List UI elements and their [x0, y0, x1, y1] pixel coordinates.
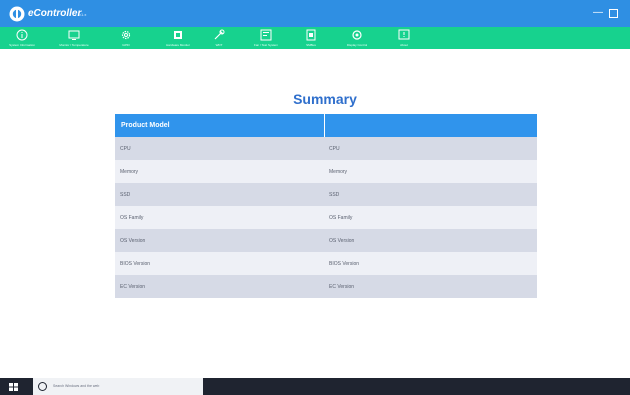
- toolbar-item-wdt[interactable]: WDT: [197, 27, 249, 49]
- toolbar-item-label: Display Control: [346, 43, 368, 47]
- row-value: Memory: [324, 160, 537, 183]
- column-header-value: [324, 114, 537, 137]
- minimize-button[interactable]: —: [591, 4, 605, 21]
- row-value: BIOS Version: [324, 252, 537, 275]
- toolbar-item-label: WDT: [215, 43, 223, 47]
- app-version: v1.x: [79, 12, 87, 17]
- toolbar-item-label: GPIO: [122, 43, 130, 47]
- title-bar: eController v1.x —: [0, 0, 630, 27]
- toolbar-item-label: Fan / Test System: [254, 43, 278, 47]
- column-header-product-model: Product Model: [115, 114, 325, 137]
- toolbar-item-about[interactable]: About: [382, 27, 434, 49]
- monitor-icon: [68, 30, 80, 40]
- row-value: CPU: [324, 137, 537, 160]
- toolbar-item-gpio[interactable]: GPIO: [104, 27, 156, 49]
- toolbar-item-label: SMBus: [306, 43, 316, 47]
- gear-icon: [121, 30, 131, 40]
- toolbar-item-label: About: [400, 43, 408, 47]
- app-logo-icon: [9, 6, 25, 22]
- toolbar-item-display-control[interactable]: Display Control: [335, 27, 387, 49]
- app-title: eController: [28, 8, 82, 19]
- toolbar-item-system-information[interactable]: System Information: [0, 27, 52, 49]
- page-title: Summary: [293, 91, 357, 107]
- table-row: OS Version OS Version: [115, 229, 537, 252]
- message-icon: [398, 29, 410, 40]
- row-value: OS Version: [324, 229, 537, 252]
- summary-table: Product Model CPU CPU Memory Memory SSD …: [115, 114, 537, 298]
- row-label: OS Version: [115, 229, 324, 252]
- row-label: CPU: [115, 137, 324, 160]
- cortana-icon: [38, 382, 47, 391]
- table-row: Memory Memory: [115, 160, 537, 183]
- row-label: SSD: [115, 183, 324, 206]
- search-placeholder: Search Windows and the web: [53, 384, 100, 388]
- info-icon: [16, 29, 28, 41]
- toolbar-item-label: System Information: [9, 43, 35, 47]
- row-label: OS Family: [115, 206, 324, 229]
- restore-button[interactable]: [606, 4, 620, 21]
- table-row: CPU CPU: [115, 137, 537, 160]
- sd-card-icon: [306, 29, 316, 41]
- toolbar-item-smbus[interactable]: SMBus: [289, 27, 341, 49]
- row-label: EC Version: [115, 275, 324, 298]
- chip-icon: [174, 31, 182, 39]
- toolbar-item-label: Hardware Monitor: [166, 43, 190, 47]
- table-row: EC Version EC Version: [115, 275, 537, 298]
- taskbar: Search Windows and the web: [0, 378, 630, 395]
- table-row: BIOS Version BIOS Version: [115, 252, 537, 275]
- row-label: Memory: [115, 160, 324, 183]
- table-row: OS Family OS Family: [115, 206, 537, 229]
- display-icon: [260, 29, 272, 41]
- row-value: EC Version: [324, 275, 537, 298]
- row-value: SSD: [324, 183, 537, 206]
- row-label: BIOS Version: [115, 252, 324, 275]
- table-row: SSD SSD: [115, 183, 537, 206]
- toolbar-item-monitor[interactable]: Monitor / Temperature: [52, 27, 104, 49]
- toolbar: System Information Monitor / Temperature…: [0, 27, 630, 49]
- table-header-row: Product Model: [115, 114, 537, 137]
- tools-icon: [214, 29, 225, 40]
- settings-icon: [352, 30, 362, 40]
- toolbar-item-label: Monitor / Temperature: [59, 43, 89, 47]
- taskbar-search-box[interactable]: Search Windows and the web: [33, 378, 203, 395]
- row-value: OS Family: [324, 206, 537, 229]
- windows-start-icon[interactable]: [9, 383, 18, 391]
